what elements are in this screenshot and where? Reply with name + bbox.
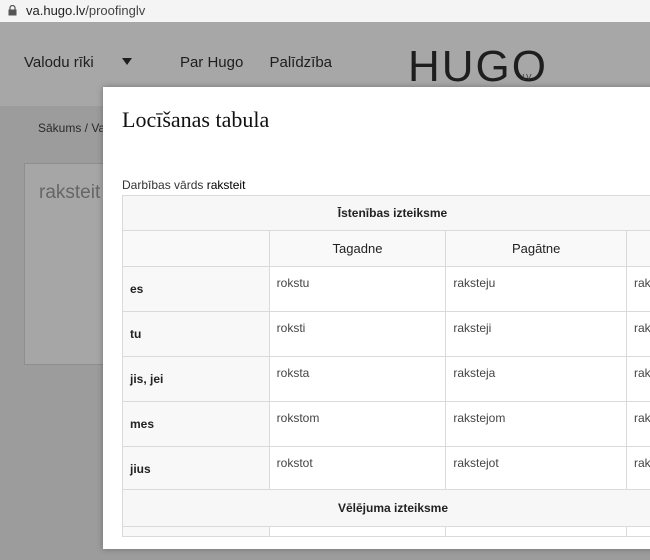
- nav-about-link[interactable]: Par Hugo: [180, 54, 243, 71]
- present-form-cell: rokstom: [268, 401, 447, 447]
- browser-url-bar[interactable]: va.hugo.lv/proofinglv: [0, 0, 650, 23]
- conjugation-table: Īstenības izteiksme Tagadne Pagātne es r…: [122, 195, 650, 537]
- person-cell: tu: [122, 311, 270, 357]
- past-form-cell: rakstejot: [445, 446, 627, 492]
- future-form-cell: rak: [625, 311, 650, 357]
- past-form-cell: raksteja: [445, 356, 627, 402]
- verb-line: Darbības vārds raksteit: [122, 178, 245, 192]
- table-row: jius rokstot rakstejot rak: [122, 446, 650, 492]
- url-domain: va.hugo.lv: [26, 3, 86, 18]
- past-form-cell: raksteju: [445, 266, 627, 312]
- present-form-cell: roksta: [268, 356, 447, 402]
- future-form-cell: rak: [625, 446, 650, 492]
- verb-label: Darbības vārds: [122, 178, 204, 192]
- tense-future-header: [625, 230, 650, 267]
- table-row: mes rokstom rakstejom rak: [122, 401, 650, 447]
- modal-title: Locīšanas tabula: [122, 107, 270, 132]
- url-text[interactable]: va.hugo.lv/proofinglv: [26, 3, 145, 18]
- past-form-cell: raksteji: [445, 311, 627, 357]
- mood-conditional-header: Vēlējuma izteiksme: [122, 489, 650, 527]
- future-form-cell: rak: [625, 356, 650, 402]
- nav-help-link[interactable]: Palīdzība: [269, 54, 332, 71]
- caret-down-icon: [121, 58, 132, 65]
- hugo-logo-sub: .LV: [520, 73, 532, 82]
- future-form-cell: rak: [625, 266, 650, 312]
- table-row: tu roksti raksteji rak: [122, 311, 650, 357]
- tense-past-header: Pagātne: [445, 230, 627, 267]
- url-path: /proofinglv: [85, 3, 146, 18]
- tense-present-header: Tagadne: [268, 230, 447, 267]
- table-row: es rokstu raksteju rak: [122, 266, 650, 312]
- person-cell: jis, jei: [122, 356, 270, 402]
- background-word: raksteit: [39, 182, 101, 203]
- mood-indicative-header: Īstenības izteiksme: [122, 195, 650, 231]
- person-cell: es: [122, 266, 270, 312]
- hugo-logo[interactable]: HUGO: [408, 42, 548, 92]
- empty-corner-cell: [122, 230, 270, 267]
- person-cell: mes: [122, 401, 270, 447]
- verb-value: raksteit: [206, 178, 246, 192]
- present-form-cell: roksti: [268, 311, 447, 357]
- person-cell: jius: [122, 446, 270, 492]
- main-nav: Valodu rīki Par Hugo Palīdzība: [24, 54, 354, 71]
- present-form-cell: rokstu: [268, 266, 447, 312]
- future-form-cell: rak: [625, 401, 650, 447]
- table-row: jis, jei roksta raksteja rak: [122, 356, 650, 402]
- conjugation-modal: Locīšanas tabula Darbības vārds raksteit…: [103, 87, 650, 549]
- present-form-cell: rokstot: [268, 446, 447, 492]
- nav-tools-menu[interactable]: Valodu rīki: [24, 54, 154, 71]
- past-form-cell: rakstejom: [445, 401, 627, 447]
- nav-tools-label: Valodu rīki: [24, 54, 94, 71]
- lock-icon: [8, 5, 17, 16]
